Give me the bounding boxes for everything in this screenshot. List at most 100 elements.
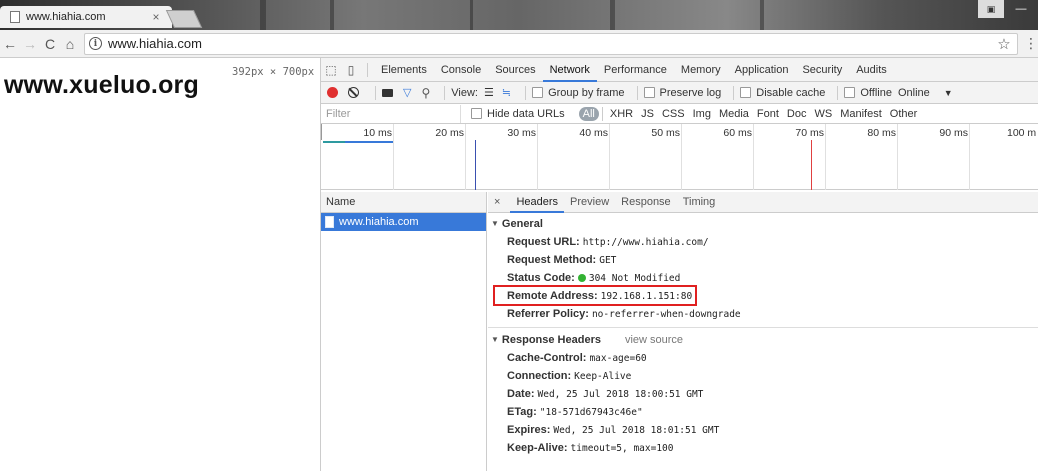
tab-application[interactable]: Application <box>728 58 796 82</box>
name-column-header[interactable]: Name <box>321 192 486 213</box>
header-key: Keep-Alive: <box>507 442 568 454</box>
group-by-frame-checkbox[interactable] <box>532 87 544 98</box>
preserve-log-checkbox[interactable] <box>643 87 655 98</box>
header-value: Keep-Alive <box>574 371 632 382</box>
status-code-value: 304 Not Modified <box>588 273 681 284</box>
filter-type-media[interactable]: Media <box>715 107 753 121</box>
overview-icon[interactable]: ≒ <box>502 86 511 99</box>
filter-input[interactable]: Filter <box>321 104 461 123</box>
back-icon[interactable]: ← <box>0 36 20 52</box>
header-value: max-age=60 <box>589 353 647 364</box>
filter-type-css[interactable]: CSS <box>658 107 689 121</box>
tab-console[interactable]: Console <box>434 58 488 82</box>
hide-data-urls-label: Hide data URLs <box>487 107 565 120</box>
tab-response[interactable]: Response <box>615 192 677 213</box>
load-event-marker <box>811 140 812 190</box>
home-icon[interactable]: ⌂ <box>60 36 80 52</box>
tab-network[interactable]: Network <box>542 58 597 82</box>
tab-elements[interactable]: Elements <box>374 58 434 82</box>
timeline-tick: 40 ms <box>579 124 610 190</box>
device-toolbar-icon[interactable]: ▯ <box>341 63 361 77</box>
tick-label: 50 ms <box>651 127 680 139</box>
filter-type-ws[interactable]: WS <box>810 107 836 121</box>
request-method-row: Request Method: GET <box>488 251 1038 269</box>
minimize-button[interactable]: — <box>1004 0 1038 18</box>
throttling-select[interactable]: Online <box>898 87 930 99</box>
tab-memory[interactable]: Memory <box>674 58 728 82</box>
filter-type-doc[interactable]: Doc <box>783 107 811 121</box>
filter-icon[interactable]: ▽ <box>403 86 411 99</box>
profile-icon[interactable]: ▣ <box>978 0 1004 18</box>
search-icon[interactable]: ⚲ <box>421 86 430 100</box>
divider <box>601 106 603 121</box>
forward-icon[interactable]: → <box>20 36 40 52</box>
timeline-tick: 50 ms <box>651 124 682 190</box>
timeline-tick: 60 ms <box>723 124 754 190</box>
header-key: Connection: <box>507 370 572 382</box>
tab-performance[interactable]: Performance <box>597 58 674 82</box>
window-titlebar: www.hiahia.com × ▣ — <box>0 0 1038 30</box>
reload-icon[interactable]: C <box>40 36 60 52</box>
site-title: www.xueluo.org <box>4 71 199 99</box>
header-key: Cache-Control: <box>507 352 587 364</box>
browser-tab[interactable]: www.hiahia.com × <box>0 6 172 28</box>
close-icon[interactable]: × <box>494 196 500 208</box>
response-header-row: Connection: Keep-Alive <box>488 367 1038 385</box>
requests-area: Name www.hiahia.com × Headers Preview Re… <box>321 192 1038 471</box>
divider <box>636 85 638 100</box>
filter-type-img[interactable]: Img <box>689 107 715 121</box>
network-overview-timeline[interactable]: 10 ms 20 ms 30 ms 40 ms 50 ms 60 ms 70 m… <box>321 124 1038 190</box>
dom-content-loaded-marker <box>475 140 476 190</box>
divider <box>375 85 376 100</box>
offline-checkbox[interactable] <box>844 87 856 98</box>
view-label: View: <box>451 86 478 99</box>
inspect-icon[interactable]: ⬚ <box>321 63 341 77</box>
header-key: ETag: <box>507 406 537 418</box>
clear-icon[interactable] <box>348 87 359 98</box>
view-source-link[interactable]: view source <box>625 331 683 349</box>
screenshot-icon[interactable] <box>382 88 393 97</box>
page-viewport: www.xueluo.org 392px × 700px <box>0 58 320 471</box>
tab-headers[interactable]: Headers <box>510 192 565 213</box>
tick-label: 90 ms <box>939 127 968 139</box>
disable-cache-checkbox[interactable] <box>740 87 752 98</box>
general-section-header[interactable]: ▼ General <box>488 215 1038 233</box>
tab-close-button[interactable]: × <box>148 10 164 24</box>
tick-label: 100 m <box>1007 127 1037 139</box>
response-header-row: Keep-Alive: timeout=5, max=100 <box>488 439 1038 457</box>
tab-preview[interactable]: Preview <box>564 192 615 213</box>
tab-timing[interactable]: Timing <box>677 192 722 213</box>
tab-security[interactable]: Security <box>795 58 849 82</box>
offline-label: Offline <box>860 86 892 99</box>
filter-type-xhr[interactable]: XHR <box>606 107 637 121</box>
triangle-down-icon: ▼ <box>491 335 499 344</box>
referrer-policy-value: no-referrer-when-downgrade <box>591 309 741 320</box>
tab-sources[interactable]: Sources <box>488 58 542 82</box>
tick-label: 30 ms <box>507 127 536 139</box>
url-input[interactable]: i www.hiahia.com ☆ <box>84 32 1018 55</box>
filter-type-all[interactable]: All <box>578 106 599 121</box>
chevron-down-icon[interactable]: ▼ <box>944 88 953 98</box>
request-url-label: Request URL: <box>507 236 580 248</box>
divider <box>444 85 446 100</box>
filter-type-other[interactable]: Other <box>886 107 922 121</box>
filter-type-manifest[interactable]: Manifest <box>836 107 886 121</box>
response-headers-section-header[interactable]: ▼ Response Headers view source <box>488 331 1038 349</box>
info-icon[interactable]: i <box>89 37 102 50</box>
browser-menu-icon[interactable]: ⋮ <box>1024 35 1038 52</box>
detail-tabs: × Headers Preview Response Timing <box>488 192 1038 213</box>
tab-audits[interactable]: Audits <box>849 58 894 82</box>
timeline-tick: 80 ms <box>867 124 898 190</box>
devtools-tabs: ⬚ ▯ Elements Console Sources Network Per… <box>321 58 1038 82</box>
filter-type-js[interactable]: JS <box>637 107 658 121</box>
request-row[interactable]: www.hiahia.com <box>321 213 486 231</box>
record-icon[interactable] <box>327 87 338 98</box>
tick-label: 10 ms <box>363 127 392 139</box>
request-detail-pane: × Headers Preview Response Timing ▼ Gene… <box>488 192 1038 471</box>
filter-type-font[interactable]: Font <box>753 107 783 121</box>
tab-title: www.hiahia.com <box>26 11 106 23</box>
bookmark-star-icon[interactable]: ☆ <box>991 35 1017 53</box>
header-key: Date: <box>507 388 535 400</box>
large-rows-icon[interactable]: ☰ <box>484 86 494 99</box>
hide-data-urls-checkbox[interactable] <box>471 108 482 119</box>
